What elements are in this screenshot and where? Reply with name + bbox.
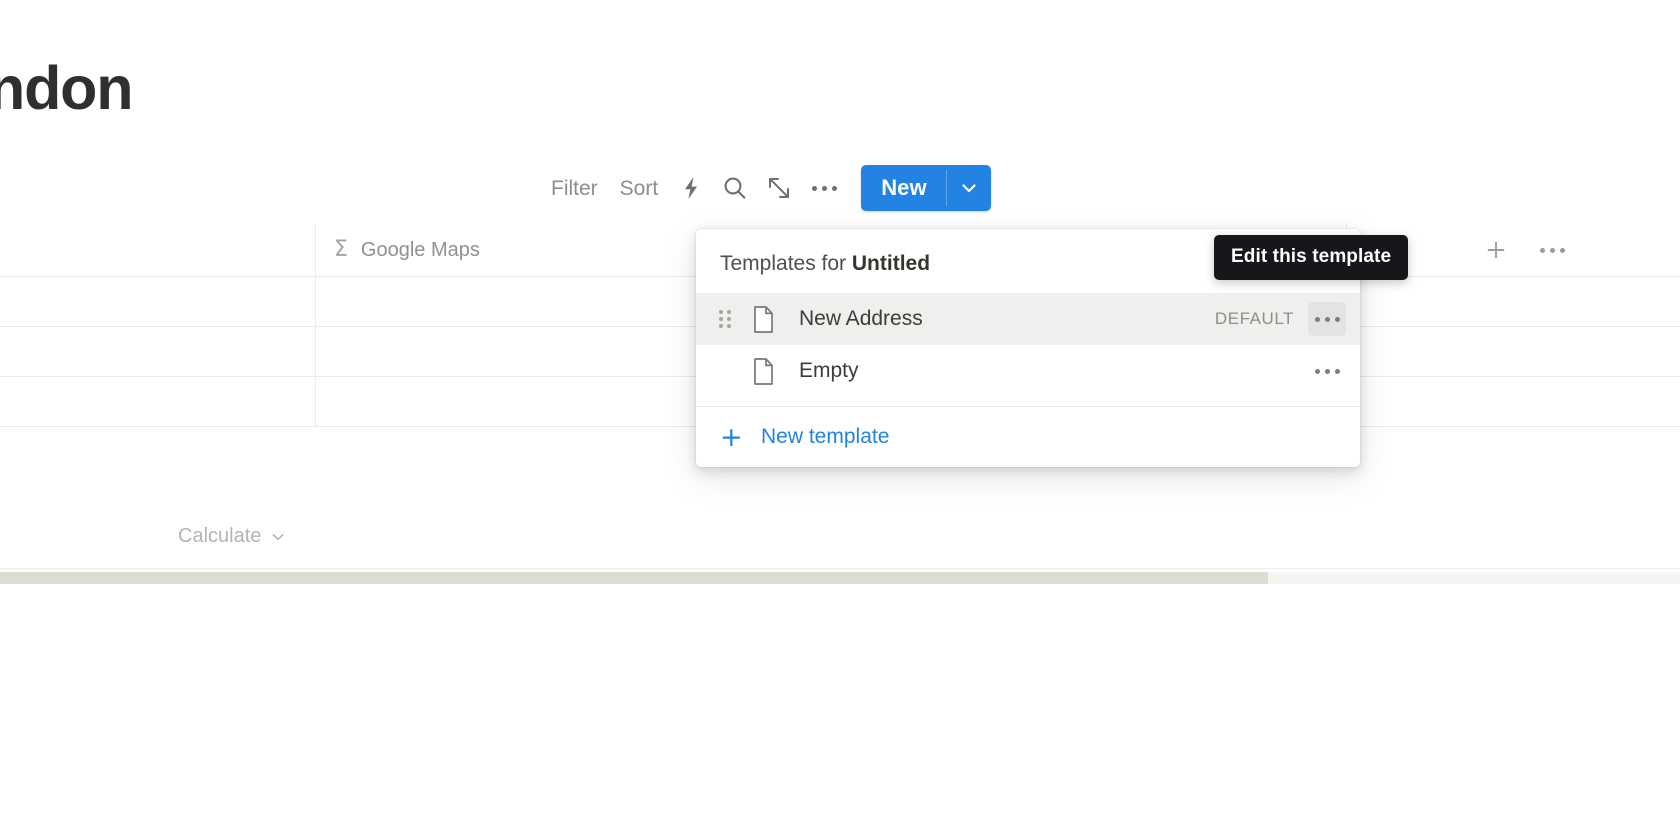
- sigma-formula-icon: Σ: [334, 239, 348, 261]
- dot: [1335, 369, 1340, 374]
- new-button-group: New: [861, 165, 991, 211]
- drag-handle-icon[interactable]: [712, 304, 738, 334]
- dot: [822, 186, 827, 191]
- toolbar-more-options-icon[interactable]: [801, 168, 847, 208]
- dot-grid: [719, 310, 731, 328]
- dot: [1315, 369, 1320, 374]
- new-template-button[interactable]: + New template: [696, 407, 1360, 467]
- tooltip-edit-this-template: Edit this template: [1214, 235, 1408, 280]
- add-column-button[interactable]: [1477, 233, 1515, 267]
- chevron-down-icon: [269, 528, 287, 546]
- horizontal-scrollbar-track[interactable]: [0, 572, 1680, 584]
- column-header-first[interactable]: [0, 224, 316, 276]
- chevron-down-icon: [958, 177, 980, 199]
- template-item-new-address[interactable]: New Address DEFAULT: [696, 293, 1360, 345]
- template-item-empty[interactable]: Empty: [696, 345, 1360, 397]
- page-title: ondon: [0, 58, 132, 119]
- dot: [1335, 317, 1340, 322]
- new-dropdown-caret-button[interactable]: [947, 165, 991, 211]
- dot: [1560, 248, 1565, 253]
- table-more-options-button[interactable]: [1533, 233, 1565, 267]
- dot: [727, 324, 731, 328]
- filter-button[interactable]: Filter: [540, 172, 609, 205]
- search-icon[interactable]: [713, 168, 757, 208]
- dot: [727, 310, 731, 314]
- templates-popup-title-target: Untitled: [852, 252, 930, 275]
- dot: [1540, 248, 1545, 253]
- view-toolbar: Filter Sort N: [540, 165, 991, 211]
- calculate-button[interactable]: Calculate: [178, 525, 287, 548]
- lightning-bolt-icon[interactable]: [669, 168, 713, 208]
- dot: [719, 324, 723, 328]
- plus-icon: [1484, 238, 1508, 262]
- calculate-label: Calculate: [178, 525, 261, 548]
- horizontal-scrollbar-thumb[interactable]: [0, 572, 1268, 584]
- dot: [832, 186, 837, 191]
- column-header-label-wrap: Σ Google Maps: [334, 239, 480, 262]
- plus-icon: +: [720, 424, 746, 451]
- dot: [719, 317, 723, 321]
- table-cell[interactable]: [0, 377, 316, 426]
- notion-database-view: ondon Filter Sort: [0, 0, 1680, 840]
- expand-arrows-icon[interactable]: [757, 168, 801, 208]
- document-icon: [744, 357, 782, 386]
- ellipsis-icon: [1540, 248, 1565, 253]
- templates-popup-title-prefix: Templates for: [720, 252, 852, 275]
- template-item-label: Empty: [799, 359, 1294, 383]
- table-cell[interactable]: [1347, 327, 1565, 376]
- dot: [812, 186, 817, 191]
- sort-button[interactable]: Sort: [609, 172, 670, 205]
- template-item-label: New Address: [799, 307, 1215, 331]
- document-icon: [744, 305, 782, 334]
- table-footer: Calculate: [0, 505, 1680, 569]
- template-item-more-button[interactable]: [1308, 302, 1346, 336]
- dot: [719, 310, 723, 314]
- template-item-more-button[interactable]: [1308, 354, 1346, 388]
- dot: [1550, 248, 1555, 253]
- dot: [1325, 317, 1330, 322]
- status-badge: DEFAULT: [1215, 309, 1294, 329]
- new-template-label: New template: [761, 425, 889, 449]
- dot: [1315, 317, 1320, 322]
- dot: [727, 317, 731, 321]
- table-cell[interactable]: [0, 277, 316, 326]
- new-button[interactable]: New: [861, 165, 946, 211]
- dot: [1325, 369, 1330, 374]
- table-cell[interactable]: [1347, 377, 1565, 426]
- table-cell[interactable]: [1347, 277, 1565, 326]
- table-cell[interactable]: [0, 327, 316, 376]
- column-header-label: Google Maps: [361, 239, 480, 262]
